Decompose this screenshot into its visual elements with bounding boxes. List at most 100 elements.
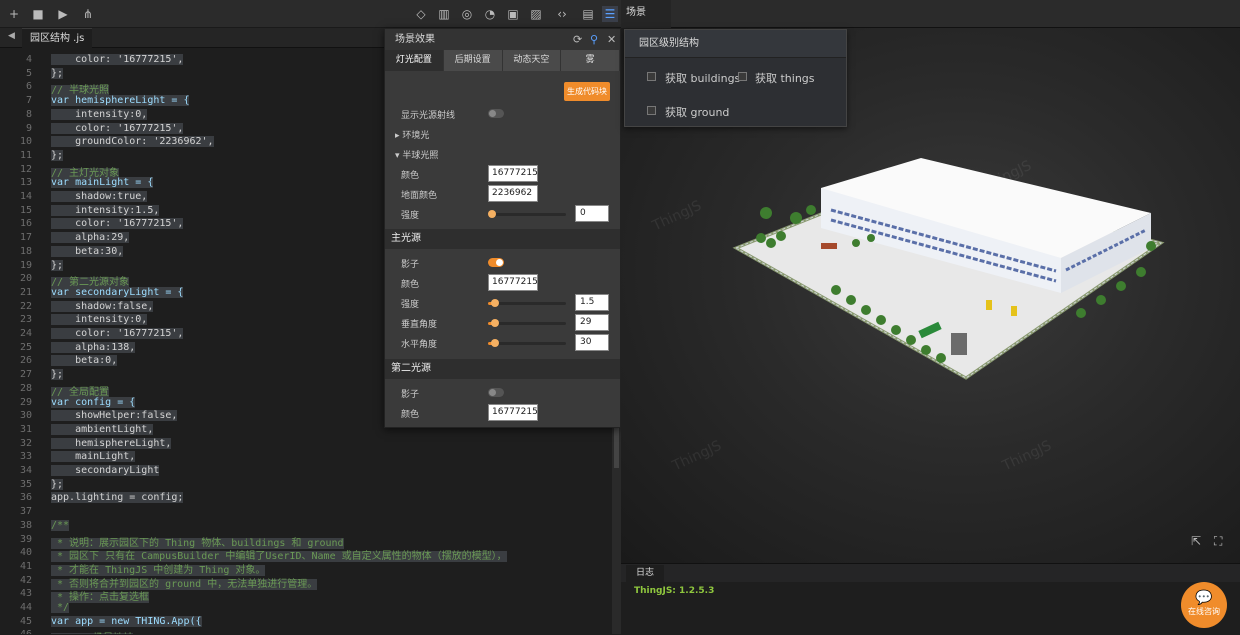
main-shadow-row: 影子 — [385, 253, 620, 273]
code-text: }; — [51, 67, 64, 79]
line-number: 17 — [19, 232, 32, 244]
line-number: 46 — [8, 629, 32, 634]
scene-effects-panel: 场景效果 ⟳ ⚲ ✕ 灯光配置 后期设置 动态天空 雾 生成代码块 显示光源射线… — [384, 28, 621, 428]
ground-label: 获取 ground — [665, 106, 730, 119]
main-intensity-input[interactable]: 1.5 — [575, 294, 609, 311]
pie-icon[interactable]: ◔ — [482, 6, 498, 22]
code-text: var hemisphereLight = { — [51, 95, 190, 107]
tab-post[interactable]: 后期设置 — [444, 50, 503, 71]
line-number: 14 — [19, 191, 32, 202]
pin-icon[interactable]: ⚲ — [590, 29, 598, 50]
fullscreen-icon[interactable]: ⛶ — [1214, 534, 1222, 549]
line-number: 33 — [19, 451, 32, 463]
line-number: 21 — [19, 286, 32, 298]
code-line: color: '16777215', — [51, 218, 184, 230]
code-text: color: '16777215', — [51, 122, 184, 134]
3d-viewport[interactable]: ThingJS ThingJS ThingJS ThingJS 园区级别结构 获… — [621, 28, 1240, 563]
scene-tab[interactable]: 场景 — [621, 0, 671, 28]
layout-icon[interactable]: ▣ — [505, 6, 521, 22]
main-shadow-toggle[interactable] — [488, 258, 504, 267]
main-beta-slider[interactable] — [488, 339, 566, 347]
online-chat-button[interactable]: 💬 在线咨询 — [1181, 582, 1227, 628]
code-text: hemisphereLight, — [51, 437, 172, 449]
show-helper-label: 显示光源射线 — [401, 111, 456, 121]
line-number: 42 — [19, 574, 32, 586]
code-line: ambientLight, — [51, 423, 154, 435]
main-intensity-row: 强度 1.5 — [385, 293, 620, 313]
line-number: 34 — [19, 465, 32, 476]
second-light-section[interactable]: 第二光源 — [385, 359, 620, 379]
code-line: intensity:0, — [51, 314, 148, 326]
globe-icon[interactable]: ◎ — [459, 6, 475, 22]
save-icon[interactable]: ■ — [30, 6, 46, 22]
panel-title: 场景效果 — [395, 34, 435, 45]
campus-structure-popup: 园区级别结构 获取 buildings 获取 things 获取 ground — [624, 29, 847, 127]
collapse-left-icon[interactable]: ◀ — [8, 31, 15, 41]
main-intensity-label: 强度 — [401, 300, 420, 310]
share-icon[interactable]: ⋔ — [80, 6, 96, 22]
code-line: beta:0, — [51, 355, 118, 367]
code-text: beta:30, — [51, 245, 124, 257]
code-text: mainLight, — [51, 451, 136, 463]
hemi-intensity-slider[interactable] — [488, 210, 566, 218]
ambient-folder[interactable]: ▸ 环境光 — [385, 124, 620, 144]
code-text: alpha:138, — [51, 341, 136, 353]
second-shadow-toggle[interactable] — [488, 388, 504, 397]
code-text: }; — [51, 478, 64, 490]
hemi-color-label: 颜色 — [401, 171, 420, 181]
play-icon[interactable]: ▶ — [55, 6, 71, 22]
external-link-icon[interactable]: ⇱ — [1191, 534, 1201, 548]
things-label: 获取 things — [755, 72, 815, 85]
generate-code-button[interactable]: 生成代码块 — [564, 82, 610, 101]
main-alpha-input[interactable]: 29 — [575, 314, 609, 331]
code-line: hemisphereLight, — [51, 437, 172, 449]
buildings-checkbox[interactable] — [647, 72, 656, 81]
code-line: shadow:false, — [51, 300, 154, 312]
file-tab[interactable]: 园区结构 .js — [22, 28, 93, 48]
ground-checkbox[interactable] — [647, 106, 656, 115]
code-line: secondaryLight — [51, 465, 160, 476]
things-checkbox[interactable] — [738, 72, 747, 81]
main-alpha-slider[interactable] — [488, 319, 566, 327]
code-line: // 场景地址 — [51, 629, 134, 634]
hemi-folder[interactable]: ▾ 半球光照 — [385, 144, 620, 164]
main-color-label: 颜色 — [401, 280, 420, 290]
line-number: 31 — [19, 423, 32, 435]
line-number: 23 — [19, 314, 32, 326]
code-text: intensity:0, — [51, 108, 148, 120]
close-icon[interactable]: ✕ — [607, 29, 616, 50]
line-number: 27 — [19, 369, 32, 381]
book-icon[interactable]: ▥ — [436, 6, 452, 22]
settings-sliders-icon[interactable]: ☰ — [602, 6, 618, 22]
code-text: color: '16777215', — [51, 54, 184, 65]
code-text: color: '16777215', — [51, 218, 184, 230]
tab-fog[interactable]: 雾 — [561, 50, 620, 71]
hemi-intensity-input[interactable]: 0 — [575, 205, 609, 222]
log-tab[interactable]: 日志 — [626, 565, 664, 582]
hemi-color-input[interactable]: 16777215 — [488, 165, 538, 182]
hemi-ground-input[interactable]: 2236962 — [488, 185, 538, 202]
line-number: 5 — [25, 67, 32, 79]
image-icon[interactable]: ▨ — [528, 6, 544, 22]
main-shadow-label: 影子 — [401, 260, 420, 270]
popup-title: 园区级别结构 — [625, 30, 846, 58]
line-number: 29 — [19, 396, 32, 408]
code-line: mainLight, — [51, 451, 136, 463]
main-color-input[interactable]: 16777215 — [488, 274, 538, 291]
code-line: color: '16777215', — [51, 122, 184, 134]
cube-icon[interactable]: ◇ — [413, 6, 429, 22]
second-color-input[interactable]: 16777215 — [488, 404, 538, 421]
show-helper-toggle[interactable] — [488, 109, 504, 118]
tab-lighting[interactable]: 灯光配置 — [385, 50, 444, 71]
plus-icon[interactable]: + — [6, 6, 22, 22]
refresh-icon[interactable]: ⟳ — [573, 29, 582, 50]
second-color-label: 颜色 — [401, 410, 420, 420]
code-line: intensity:1.5, — [51, 204, 160, 216]
main-intensity-slider[interactable] — [488, 299, 566, 307]
tab-sky[interactable]: 动态天空 — [503, 50, 562, 71]
main-light-section[interactable]: 主光源 — [385, 229, 620, 249]
document-icon[interactable]: ▤ — [580, 6, 596, 22]
code-icon[interactable]: ‹› — [554, 6, 570, 22]
line-number: 36 — [19, 492, 32, 504]
main-beta-input[interactable]: 30 — [575, 334, 609, 351]
